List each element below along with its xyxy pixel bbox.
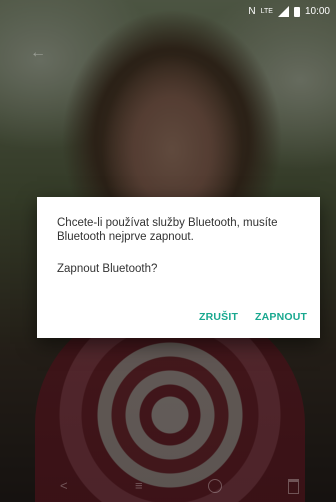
tune-icon[interactable]: ≡ xyxy=(135,478,143,493)
trash-icon[interactable] xyxy=(288,479,299,494)
back-arrow-icon[interactable]: ← xyxy=(30,44,46,62)
enable-button[interactable]: ZAPNOUT xyxy=(255,311,307,323)
dialog-message: Chcete-li používat služby Bluetooth, mus… xyxy=(57,217,278,243)
info-icon[interactable] xyxy=(208,479,222,493)
status-time: 10:00 xyxy=(304,6,330,17)
network-label: LTE xyxy=(260,8,273,15)
bluetooth-dialog: Chcete-li používat služby Bluetooth, mus… xyxy=(37,197,320,338)
status-icons: N LTE 10:00 xyxy=(248,6,330,17)
status-bar: N LTE 10:00 xyxy=(0,0,336,24)
share-icon[interactable]: < xyxy=(60,478,68,493)
signal-icon xyxy=(277,6,289,17)
photo-toolbar: < ≡ xyxy=(0,470,336,502)
carrier-label: N xyxy=(248,6,256,17)
cancel-button[interactable]: ZRUŠIT xyxy=(199,311,238,323)
dialog-question: Zapnout Bluetooth? xyxy=(57,263,158,275)
battery-icon xyxy=(293,6,300,17)
